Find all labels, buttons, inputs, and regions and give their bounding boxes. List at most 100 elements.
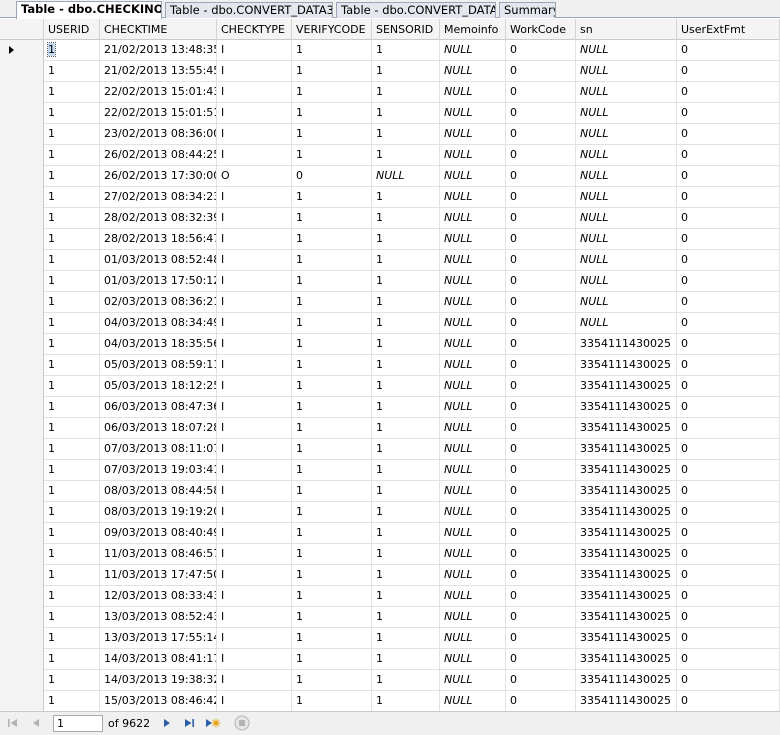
cell-checktime[interactable]: 02/03/2013 08:36:21	[100, 292, 217, 313]
cell-checktype[interactable]: I	[217, 481, 292, 502]
cell-workcode[interactable]: 0	[506, 334, 576, 355]
cell-sensorid[interactable]: 1	[372, 544, 440, 565]
cell-userextfmt[interactable]: 0	[677, 355, 780, 376]
cell-sensorid[interactable]: 1	[372, 250, 440, 271]
row-selector[interactable]	[0, 292, 44, 313]
cell-memoinfo[interactable]: NULL	[440, 61, 506, 82]
cell-verifycode[interactable]: 1	[292, 544, 372, 565]
cell-sn[interactable]: NULL	[576, 187, 677, 208]
cell-checktype[interactable]: I	[217, 208, 292, 229]
cell-checktime[interactable]: 21/02/2013 13:55:45	[100, 61, 217, 82]
cell-workcode[interactable]: 0	[506, 208, 576, 229]
cell-sn[interactable]: 3354111430025	[576, 439, 677, 460]
row-selector[interactable]	[0, 544, 44, 565]
row-selector[interactable]	[0, 61, 44, 82]
table-row[interactable]: 1 02/03/2013 08:36:21 I 1 1 NULL 0 NULL 0	[0, 292, 780, 313]
row-selector[interactable]	[0, 103, 44, 124]
cell-verifycode[interactable]: 1	[292, 313, 372, 334]
cell-userid[interactable]: 1	[44, 670, 100, 691]
cell-checktime[interactable]: 22/02/2013 15:01:51	[100, 103, 217, 124]
tab-checkinout[interactable]: Table - dbo.CHECKINOUT	[16, 1, 162, 19]
cell-sn[interactable]: NULL	[576, 292, 677, 313]
cell-userextfmt[interactable]: 0	[677, 691, 780, 711]
cell-userextfmt[interactable]: 0	[677, 229, 780, 250]
stop-icon[interactable]	[233, 715, 251, 731]
cell-memoinfo[interactable]: NULL	[440, 502, 506, 523]
cell-sensorid[interactable]: 1	[372, 649, 440, 670]
table-row[interactable]: 1 26/02/2013 17:30:00 O 0 NULL NULL 0 NULL 0	[0, 166, 780, 187]
cell-verifycode[interactable]: 1	[292, 502, 372, 523]
cell-memoinfo[interactable]: NULL	[440, 649, 506, 670]
cell-checktype[interactable]: I	[217, 523, 292, 544]
row-selector[interactable]	[0, 82, 44, 103]
cell-checktype[interactable]: I	[217, 145, 292, 166]
cell-userextfmt[interactable]: 0	[677, 124, 780, 145]
table-row[interactable]: 1 04/03/2013 18:35:56 I 1 1 NULL 0 335411143002…	[0, 334, 780, 355]
cell-checktime[interactable]: 05/03/2013 18:12:25	[100, 376, 217, 397]
cell-workcode[interactable]: 0	[506, 607, 576, 628]
table-row[interactable]: 1 09/03/2013 08:40:49 I 1 1 NULL 0 335411143002…	[0, 523, 780, 544]
cell-sensorid[interactable]: 1	[372, 439, 440, 460]
cell-sn[interactable]: 3354111430025	[576, 691, 677, 711]
cell-sn[interactable]: NULL	[576, 40, 677, 61]
row-selector[interactable]	[0, 670, 44, 691]
cell-userextfmt[interactable]: 0	[677, 82, 780, 103]
cell-verifycode[interactable]: 1	[292, 334, 372, 355]
cell-checktype[interactable]: O	[217, 166, 292, 187]
row-selector[interactable]	[0, 439, 44, 460]
cell-checktime[interactable]: 12/03/2013 08:33:43	[100, 586, 217, 607]
cell-sensorid[interactable]: 1	[372, 376, 440, 397]
cell-checktime[interactable]: 15/03/2013 08:46:42	[100, 691, 217, 711]
cell-userextfmt[interactable]: 0	[677, 670, 780, 691]
table-row[interactable]: 1 07/03/2013 19:03:41 I 1 1 NULL 0 335411143002…	[0, 460, 780, 481]
row-selector[interactable]	[0, 166, 44, 187]
cell-sn[interactable]: NULL	[576, 124, 677, 145]
cell-memoinfo[interactable]: NULL	[440, 544, 506, 565]
cell-verifycode[interactable]: 0	[292, 166, 372, 187]
cell-sn[interactable]: NULL	[576, 61, 677, 82]
column-header-userextfmt[interactable]: UserExtFmt	[677, 19, 780, 40]
cell-userid[interactable]: 1	[44, 250, 100, 271]
row-selector[interactable]	[0, 145, 44, 166]
cell-memoinfo[interactable]: NULL	[440, 229, 506, 250]
cell-workcode[interactable]: 0	[506, 691, 576, 711]
cell-memoinfo[interactable]: NULL	[440, 187, 506, 208]
results-grid[interactable]: USERID CHECKTIME CHECKTYPE VERIFYCODE SE…	[0, 19, 780, 711]
row-selector[interactable]	[0, 418, 44, 439]
cell-sn[interactable]: 3354111430025	[576, 670, 677, 691]
cell-verifycode[interactable]: 1	[292, 397, 372, 418]
cell-checktype[interactable]: I	[217, 250, 292, 271]
cell-checktime[interactable]: 06/03/2013 08:47:36	[100, 397, 217, 418]
cell-checktime[interactable]: 04/03/2013 08:34:49	[100, 313, 217, 334]
cell-verifycode[interactable]: 1	[292, 565, 372, 586]
cell-checktype[interactable]: I	[217, 607, 292, 628]
row-selector[interactable]	[0, 250, 44, 271]
table-row[interactable]: 1 14/03/2013 08:41:17 I 1 1 NULL 0 335411143002…	[0, 649, 780, 670]
cell-checktype[interactable]: I	[217, 544, 292, 565]
cell-workcode[interactable]: 0	[506, 439, 576, 460]
cell-userid[interactable]: 1	[44, 187, 100, 208]
cell-checktype[interactable]: I	[217, 649, 292, 670]
cell-workcode[interactable]: 0	[506, 523, 576, 544]
cell-userextfmt[interactable]: 0	[677, 250, 780, 271]
cell-memoinfo[interactable]: NULL	[440, 82, 506, 103]
cell-verifycode[interactable]: 1	[292, 229, 372, 250]
cell-userid[interactable]: 1	[44, 607, 100, 628]
cell-userid[interactable]: 1	[44, 565, 100, 586]
cell-userextfmt[interactable]: 0	[677, 145, 780, 166]
cell-userid[interactable]: 1	[44, 334, 100, 355]
cell-workcode[interactable]: 0	[506, 313, 576, 334]
column-header-memoinfo[interactable]: Memoinfo	[440, 19, 506, 40]
cell-sensorid[interactable]: 1	[372, 61, 440, 82]
cell-sn[interactable]: 3354111430025	[576, 460, 677, 481]
table-row[interactable]: 1 01/03/2013 08:52:48 I 1 1 NULL 0 NULL 0	[0, 250, 780, 271]
cell-workcode[interactable]: 0	[506, 292, 576, 313]
cell-workcode[interactable]: 0	[506, 124, 576, 145]
cell-workcode[interactable]: 0	[506, 670, 576, 691]
cell-userid[interactable]: 1	[44, 229, 100, 250]
table-row[interactable]: 1 08/03/2013 08:44:58 I 1 1 NULL 0 335411143002…	[0, 481, 780, 502]
cell-sensorid[interactable]: 1	[372, 145, 440, 166]
cell-verifycode[interactable]: 1	[292, 607, 372, 628]
cell-verifycode[interactable]: 1	[292, 271, 372, 292]
cell-sensorid[interactable]: 1	[372, 523, 440, 544]
